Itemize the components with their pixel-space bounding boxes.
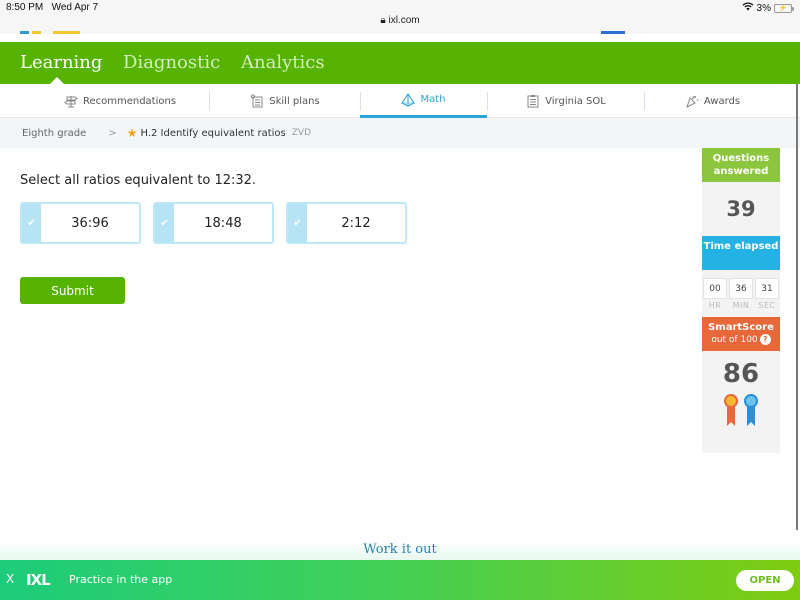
breadcrumb-grade[interactable]: Eighth grade (22, 128, 86, 139)
award-ribbons (702, 392, 780, 428)
submit-button[interactable]: Submit (20, 277, 125, 304)
breadcrumb: Eighth grade > ★ H.2 Identify equivalent… (0, 118, 800, 148)
status-right: 3% ⚡ (742, 2, 794, 14)
status-time: 8:50 PM Wed Apr 7 (6, 2, 99, 13)
timer-unit: HR (708, 301, 722, 310)
timer-value: 36 (729, 278, 753, 299)
nav-analytics[interactable]: Analytics (241, 52, 325, 73)
tab-label: Recommendations (82, 95, 177, 107)
smartscore-label: SmartScore (708, 322, 774, 333)
peek-button (601, 31, 625, 34)
timer-value: 00 (703, 278, 727, 299)
pyramid-icon (401, 92, 416, 107)
tab-math[interactable]: Math (360, 84, 487, 118)
tab-skill-plans[interactable]: Skill plans (210, 84, 360, 118)
checkmark-icon: ✔ (22, 204, 41, 242)
tab-label: Skill plans (269, 95, 320, 107)
signpost-icon (64, 94, 78, 108)
clipboard-plan-icon (250, 94, 264, 108)
questions-answered-label: Questions answered (702, 148, 780, 182)
choice-tile[interactable]: ✔ 36:96 (20, 202, 141, 244)
skill-code: ZVD (291, 128, 312, 138)
breadcrumb-skill: H.2 Identify equivalent ratios (140, 127, 286, 139)
timer: 00 HR 36 MIN 31 SEC (702, 278, 780, 310)
timer-unit: SEC (758, 301, 776, 310)
timer-seconds: 31 SEC (755, 278, 779, 310)
choice-label: 18:48 (204, 215, 242, 231)
choice-label: 36:96 (71, 215, 109, 231)
smartscore-value: 86 (722, 359, 760, 389)
battery-charging-icon: ⚡ (774, 3, 794, 13)
checkmark-icon: ✔ (155, 204, 174, 242)
question-prompt: Select all ratios equivalent to 12:32. (20, 173, 257, 188)
tab-label: Awards (703, 95, 741, 107)
timer-value: 31 (755, 278, 779, 299)
help-icon[interactable]: ? (759, 334, 771, 345)
ios-status-bar: 8:50 PM Wed Apr 7 🔒︎ ixl.com 3% ⚡ (0, 0, 800, 34)
tab-recommendations[interactable]: Recommendations (30, 84, 210, 118)
chevron-right-icon: > (108, 127, 117, 139)
sub-tabs: Recommendations Skill plans Math Virgini… (0, 84, 800, 118)
tab-label: Virginia SOL (545, 95, 606, 107)
wifi-icon (742, 2, 754, 14)
clipboard-list-icon (526, 94, 540, 108)
work-it-out-link[interactable]: Work it out (0, 542, 800, 557)
timer-hours: 00 HR (703, 278, 727, 310)
choice-label: 2:12 (341, 215, 371, 231)
lock-icon: 🔒︎ (380, 15, 386, 26)
blue-ribbon-icon (744, 394, 758, 426)
star-icon: ★ (126, 126, 138, 140)
nav-diagnostic[interactable]: Diagnostic (123, 52, 220, 73)
banner-text: Practice in the app (69, 573, 173, 586)
answer-choices: ✔ 36:96 ✔ 18:48 ✔ 2:12 (20, 202, 407, 244)
peek-logo-part (32, 31, 41, 34)
timer-minutes: 36 MIN (729, 278, 753, 310)
tab-awards[interactable]: Awards (645, 84, 780, 118)
ixl-logo: IXL (26, 571, 51, 589)
battery-percent: 3% (756, 2, 771, 14)
open-app-button[interactable]: OPEN (736, 570, 794, 591)
scrollbar[interactable] (796, 84, 798, 554)
nav-learning[interactable]: Learning (20, 52, 102, 73)
orange-ribbon-icon (724, 394, 738, 426)
smartscore-header: SmartScore out of 100? (702, 317, 780, 351)
choice-tile[interactable]: ✔ 2:12 (286, 202, 407, 244)
top-nav: Learning Diagnostic Analytics (0, 42, 800, 84)
work-it-out-area: Work it out (0, 530, 800, 560)
close-icon[interactable]: X (6, 572, 14, 586)
peek-logo-part (53, 31, 80, 34)
choice-tile[interactable]: ✔ 18:48 (153, 202, 274, 244)
time-elapsed-label: Time elapsed (702, 236, 780, 270)
tab-virginia-sol[interactable]: Virginia SOL (488, 84, 644, 118)
questions-answered-value: 39 (726, 197, 756, 221)
peek-logo-part (20, 31, 29, 34)
url-text: ixl.com (388, 15, 420, 26)
active-nav-caret (50, 77, 64, 84)
smartscore-subtitle: out of 100? (702, 334, 780, 347)
checkmark-icon: ✔ (288, 204, 307, 242)
stats-panel: Questions answered 39 Time elapsed 00 HR… (702, 148, 780, 453)
timer-unit: MIN (732, 301, 750, 310)
party-icon (685, 94, 699, 108)
tab-label: Math (420, 94, 446, 105)
address-bar[interactable]: 🔒︎ ixl.com (0, 15, 800, 26)
app-banner: X IXL Practice in the app OPEN (0, 560, 800, 600)
